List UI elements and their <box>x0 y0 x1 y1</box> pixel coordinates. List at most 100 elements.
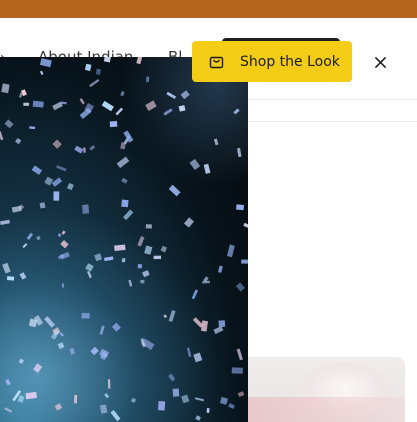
confetti-piece <box>213 138 219 146</box>
confetti-piece <box>33 363 43 373</box>
confetti-piece <box>94 253 103 262</box>
confetti-piece <box>110 410 121 422</box>
confetti-piece <box>144 245 153 255</box>
confetti-piece <box>53 191 60 201</box>
confetti-piece <box>180 90 190 100</box>
confetti-piece <box>22 243 28 249</box>
confetti-piece <box>237 147 242 158</box>
page: › About Indian Bl Shop the Look <box>0 0 417 422</box>
confetti-piece <box>109 120 118 128</box>
confetti-piece <box>115 107 124 116</box>
confetti-piece <box>82 204 90 214</box>
confetti-piece <box>104 393 110 399</box>
confetti-piece <box>57 342 65 350</box>
confetti-piece <box>0 131 4 141</box>
confetti-piece <box>178 105 186 112</box>
confetti-piece <box>15 138 22 145</box>
confetti-piece <box>2 262 11 274</box>
confetti-piece <box>61 283 65 288</box>
confetti-piece <box>6 276 15 281</box>
confetti-piece <box>192 317 204 328</box>
confetti-piece <box>236 204 245 211</box>
confetti-piece <box>243 222 248 229</box>
confetti-piece <box>85 263 94 272</box>
confetti-piece <box>121 257 126 263</box>
confetti-piece <box>235 282 245 292</box>
card-pink-band <box>240 397 405 422</box>
confetti-piece <box>104 256 114 262</box>
confetti-piece <box>213 325 224 335</box>
confetti-piece <box>5 379 11 386</box>
confetti-piece <box>60 240 69 249</box>
confetti-piece <box>36 235 41 241</box>
confetti-piece <box>128 279 133 287</box>
hero-confetti-image <box>0 57 248 422</box>
confetti-piece <box>142 270 150 278</box>
confetti-piece <box>86 270 92 279</box>
confetti-piece <box>57 233 62 238</box>
confetti-piece <box>123 130 134 143</box>
confetti-piece <box>101 100 114 112</box>
confetti-piece <box>146 76 150 83</box>
confetti-piece <box>163 108 173 116</box>
confetti-piece <box>193 352 203 363</box>
confetti-piece <box>51 177 63 187</box>
confetti-piece <box>84 63 92 72</box>
confetti-piece <box>120 142 126 150</box>
confetti-piece <box>191 289 198 300</box>
confetti-piece <box>61 230 66 235</box>
confetti-piece <box>1 83 10 94</box>
confetti-piece <box>81 312 90 319</box>
confetti-piece <box>168 184 181 197</box>
confetti-piece <box>79 98 85 105</box>
shopping-bag-icon <box>209 56 224 69</box>
confetti-piece <box>99 404 108 414</box>
confetti-piece <box>4 407 13 413</box>
confetti-piece <box>228 403 235 409</box>
confetti-piece <box>4 119 14 129</box>
confetti-piece <box>136 57 143 65</box>
confetti-piece <box>18 358 24 364</box>
confetti-piece <box>18 92 23 98</box>
confetti-piece <box>39 58 52 68</box>
confetti-piece <box>28 318 38 328</box>
confetti-piece <box>120 91 125 97</box>
confetti-piece <box>183 217 195 228</box>
confetti-piece <box>145 224 152 229</box>
confetti-piece <box>219 396 229 405</box>
confetti-piece <box>96 68 101 75</box>
confetti-piece <box>74 394 78 404</box>
confetti-piece <box>26 232 34 241</box>
shop-the-look-button[interactable]: Shop the Look <box>192 41 352 82</box>
confetti-piece <box>74 145 84 154</box>
confetti-piece <box>163 314 168 319</box>
confetti-piece <box>103 57 112 63</box>
confetti-piece <box>25 391 37 400</box>
confetti-piece <box>0 219 10 225</box>
confetti-piece <box>189 158 201 171</box>
shop-the-look-label: Shop the Look <box>240 53 340 70</box>
confetti-piece <box>69 347 75 355</box>
confetti-piece <box>158 401 166 411</box>
confetti-piece <box>195 415 201 421</box>
confetti-piece <box>186 347 192 358</box>
confetti-piece <box>59 251 70 260</box>
confetti-piece <box>140 279 145 284</box>
announcement-bar <box>0 0 417 18</box>
close-button[interactable] <box>372 54 388 70</box>
confetti-piece <box>218 320 226 328</box>
confetti-piece <box>39 202 46 209</box>
confetti-piece <box>203 163 211 174</box>
confetti-piece <box>32 100 44 108</box>
product-card-image[interactable] <box>240 357 405 422</box>
confetti-piece <box>99 325 105 335</box>
confetti-piece <box>52 139 62 149</box>
confetti-piece <box>137 235 145 247</box>
confetti-piece <box>122 209 134 221</box>
confetti-piece <box>145 100 157 111</box>
confetti-piece <box>59 332 64 337</box>
confetti-piece <box>123 135 131 145</box>
confetti-piece <box>166 91 177 100</box>
confetti-piece <box>116 156 130 169</box>
confetti-piece <box>194 397 205 402</box>
